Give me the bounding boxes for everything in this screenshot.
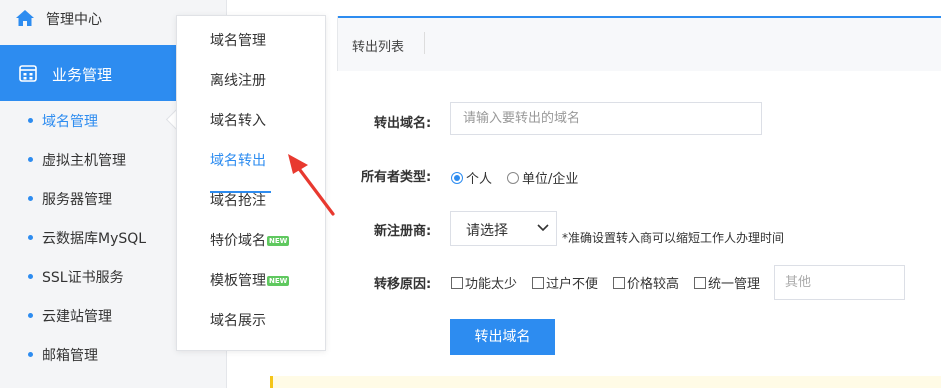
reason-check-few-features[interactable]: 功能太少 bbox=[451, 273, 517, 292]
home-label: 管理中心 bbox=[46, 12, 102, 28]
bullet-dot bbox=[28, 274, 33, 279]
sidebar-item-label: 域名管理 bbox=[42, 114, 98, 130]
bullet-dot bbox=[28, 352, 33, 357]
submenu-item-template-manage[interactable]: 模板管理 NEW bbox=[210, 270, 290, 290]
radio-label: 个人 bbox=[466, 172, 493, 187]
new-badge: NEW bbox=[267, 276, 290, 286]
sidebar-item-label: SSL证书服务 bbox=[42, 270, 124, 286]
sidebar-item-label: 虚拟主机管理 bbox=[42, 153, 126, 169]
owner-radio-personal[interactable]: 个人 bbox=[451, 168, 492, 187]
transfer-out-button[interactable]: 转出域名 bbox=[450, 319, 555, 355]
submenu-item-transfer-out[interactable]: 域名转出 bbox=[210, 150, 266, 170]
sidebar-item-label: 邮箱管理 bbox=[42, 348, 98, 364]
checkbox-label: 功能太少 bbox=[465, 277, 518, 292]
tab-divider bbox=[424, 32, 425, 54]
submenu-item-label: 特价域名 bbox=[210, 233, 266, 249]
bullet-dot bbox=[28, 313, 33, 318]
bullet-dot bbox=[28, 118, 33, 123]
sidebar-item-label: 服务器管理 bbox=[42, 192, 112, 208]
bullet-dot bbox=[28, 196, 33, 201]
checkbox-label: 价格较高 bbox=[627, 277, 680, 292]
checkbox bbox=[532, 276, 544, 289]
owner-type-label: 所有者类型: bbox=[361, 170, 432, 185]
section-business-label: 业务管理 bbox=[52, 66, 113, 84]
checkbox-label: 过户不便 bbox=[546, 277, 599, 292]
owner-radio-company[interactable]: 单位/企业 bbox=[507, 168, 578, 187]
registrar-hint: *准确设置转入商可以缩短工作人办理时间 bbox=[562, 231, 785, 245]
submenu-item-transfer-in[interactable]: 域名转入 bbox=[210, 110, 266, 130]
calendar-grid-icon bbox=[19, 65, 37, 82]
home-icon bbox=[16, 10, 34, 26]
registrar-select-value: 请选择 bbox=[466, 223, 508, 239]
radio-label: 单位/企业 bbox=[522, 172, 579, 187]
chevron-down-icon bbox=[537, 224, 549, 232]
domain-input[interactable]: 请输入要转出的域名 bbox=[450, 102, 762, 135]
reason-check-unified[interactable]: 统一管理 bbox=[694, 273, 760, 292]
submenu-item-backorder[interactable]: 域名抢注 bbox=[210, 190, 266, 210]
submenu-item-offline-register[interactable]: 离线注册 bbox=[210, 70, 266, 90]
submenu-item-label: 模板管理 bbox=[210, 273, 266, 289]
notice-bar bbox=[270, 376, 941, 388]
bullet-dot bbox=[28, 235, 33, 240]
checkbox bbox=[694, 276, 706, 289]
submenu-item-domain-showcase[interactable]: 域名展示 bbox=[210, 310, 266, 330]
bullet-dot bbox=[28, 157, 33, 162]
tab-transfer-out-list[interactable]: 转出列表 bbox=[352, 36, 404, 55]
tab-bar: 转出列表 bbox=[337, 16, 941, 71]
registrar-select[interactable]: 请选择 bbox=[450, 211, 557, 246]
radio-circle bbox=[507, 171, 519, 184]
sidebar-item-label: 云数据库MySQL bbox=[42, 231, 147, 247]
reason-check-price[interactable]: 价格较高 bbox=[613, 273, 679, 292]
other-reason-input[interactable]: 其他 bbox=[774, 265, 905, 300]
checkbox bbox=[451, 276, 463, 289]
registrar-label: 新注册商: bbox=[374, 224, 432, 239]
submenu-item-special-domains[interactable]: 特价域名 NEW bbox=[210, 230, 290, 250]
reason-label: 转移原因: bbox=[374, 277, 432, 292]
annotation-arrow-icon bbox=[288, 154, 335, 216]
sidebar-item-label: 云建站管理 bbox=[42, 309, 112, 325]
new-badge: NEW bbox=[267, 236, 290, 246]
checkbox bbox=[613, 276, 625, 289]
radio-circle bbox=[451, 171, 463, 184]
tab-active-indicator bbox=[338, 16, 941, 18]
domain-label: 转出域名: bbox=[374, 116, 432, 131]
submenu-item-domain-manage[interactable]: 域名管理 bbox=[210, 30, 266, 50]
checkbox-label: 统一管理 bbox=[708, 277, 761, 292]
reason-check-ownership[interactable]: 过户不便 bbox=[532, 273, 598, 292]
